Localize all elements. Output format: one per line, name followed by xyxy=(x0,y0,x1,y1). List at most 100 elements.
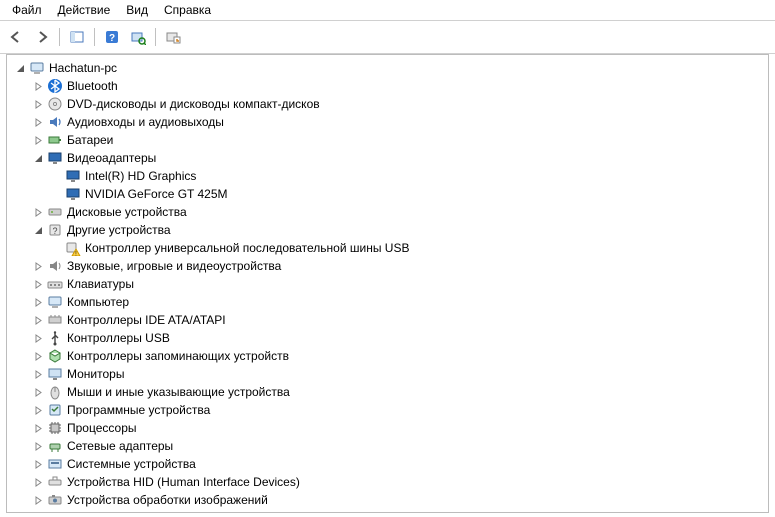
tree-node-label: Клавиатуры xyxy=(67,275,134,293)
toolbar-separator xyxy=(155,28,156,46)
expander-icon[interactable] xyxy=(31,277,45,291)
svg-text:?: ? xyxy=(109,33,115,44)
expander-icon[interactable] xyxy=(31,331,45,345)
expander-icon[interactable] xyxy=(31,205,45,219)
tree-node-hid[interactable]: Устройства HID (Human Interface Devices) xyxy=(7,473,768,491)
imaging-icon xyxy=(47,492,63,508)
cpu-icon xyxy=(47,420,63,436)
tree-node-disk[interactable]: Дисковые устройства xyxy=(7,203,768,221)
tree-node-nvidia[interactable]: NVIDIA GeForce GT 425M xyxy=(7,185,768,203)
expander-icon[interactable] xyxy=(31,367,45,381)
tree-node-imaging[interactable]: Устройства обработки изображений xyxy=(7,491,768,509)
tree-node-intel[interactable]: Intel(R) HD Graphics xyxy=(7,167,768,185)
tree-node-label: Контроллеры IDE ATA/ATAPI xyxy=(67,311,226,329)
tree-node-display[interactable]: Видеоадаптеры xyxy=(7,149,768,167)
tree-node-storage[interactable]: Контроллеры запоминающих устройств xyxy=(7,347,768,365)
arrow-right-icon xyxy=(34,29,50,45)
tree-node-cpu[interactable]: Процессоры xyxy=(7,419,768,437)
toolbar-separator xyxy=(59,28,60,46)
expander-icon[interactable] xyxy=(31,493,45,507)
tree-node-software[interactable]: Программные устройства xyxy=(7,401,768,419)
tree-node-dvd[interactable]: DVD-дисководы и дисководы компакт-дисков xyxy=(7,95,768,113)
tree-node-label: Процессоры xyxy=(67,419,137,437)
audio-icon xyxy=(47,114,63,130)
tree-node-audio[interactable]: Аудиовходы и аудиовыходы xyxy=(7,113,768,131)
tree-node-label: Мониторы xyxy=(67,365,124,383)
help-button[interactable]: ? xyxy=(100,25,124,49)
scan-hardware-button[interactable] xyxy=(126,25,150,49)
expander-icon[interactable] xyxy=(31,295,45,309)
mouse-icon xyxy=(47,384,63,400)
tree-node-other[interactable]: ?Другие устройства xyxy=(7,221,768,239)
menu-file[interactable]: Файл xyxy=(4,1,50,19)
tree-node-usb[interactable]: Контроллеры USB xyxy=(7,329,768,347)
tree-node-label: Дисковые устройства xyxy=(67,203,187,221)
scan-icon xyxy=(130,29,146,45)
tree-node-label: Батареи xyxy=(67,131,113,149)
tree-node-label: Аудиовходы и аудиовыходы xyxy=(67,113,224,131)
tree-node-network[interactable]: Сетевые адаптеры xyxy=(7,437,768,455)
expander-icon[interactable] xyxy=(31,115,45,129)
device-tree[interactable]: Hachatun-pcBluetoothDVD-дисководы и диск… xyxy=(6,54,769,513)
expander-icon[interactable] xyxy=(31,385,45,399)
expander-icon[interactable] xyxy=(31,313,45,327)
forward-button[interactable] xyxy=(30,25,54,49)
tree-node-monitor[interactable]: Мониторы xyxy=(7,365,768,383)
back-button[interactable] xyxy=(4,25,28,49)
expander-icon[interactable] xyxy=(31,421,45,435)
properties-button[interactable] xyxy=(161,25,185,49)
tree-node-label: Видеоадаптеры xyxy=(67,149,156,167)
bluetooth-icon xyxy=(47,78,63,94)
tree-node-keyboard[interactable]: Клавиатуры xyxy=(7,275,768,293)
tree-node-usbctrl[interactable]: !Контроллер универсальной последовательн… xyxy=(7,239,768,257)
expander-icon[interactable] xyxy=(31,457,45,471)
disk-icon xyxy=(47,204,63,220)
tree-node-label: Bluetooth xyxy=(67,77,118,95)
expander-icon[interactable] xyxy=(31,151,45,165)
tree-node-mouse[interactable]: Мыши и иные указывающие устройства xyxy=(7,383,768,401)
arrow-left-icon xyxy=(8,29,24,45)
help-icon: ? xyxy=(104,29,120,45)
expander-icon[interactable] xyxy=(13,61,27,75)
storage-icon xyxy=(47,348,63,364)
tree-node-label: Звуковые, игровые и видеоустройства xyxy=(67,257,281,275)
tree-node-label: NVIDIA GeForce GT 425M xyxy=(85,185,228,203)
panel-icon xyxy=(69,29,85,45)
expander-icon[interactable] xyxy=(31,133,45,147)
software-icon xyxy=(47,402,63,418)
expander-icon[interactable] xyxy=(31,97,45,111)
expander-icon[interactable] xyxy=(31,259,45,273)
expander-icon[interactable] xyxy=(31,439,45,453)
tree-node-label: Устройства обработки изображений xyxy=(67,491,268,509)
usb-icon xyxy=(47,330,63,346)
tree-node-battery[interactable]: Батареи xyxy=(7,131,768,149)
tree-node-ide[interactable]: Контроллеры IDE ATA/ATAPI xyxy=(7,311,768,329)
tree-node-computer[interactable]: Компьютер xyxy=(7,293,768,311)
menu-action[interactable]: Действие xyxy=(50,1,119,19)
expander-icon[interactable] xyxy=(31,403,45,417)
tree-node-label: Другие устройства xyxy=(67,221,171,239)
display-icon xyxy=(47,150,63,166)
keyboard-icon xyxy=(47,276,63,292)
expander-icon[interactable] xyxy=(31,79,45,93)
tree-node-label: Программные устройства xyxy=(67,401,210,419)
menu-view[interactable]: Вид xyxy=(118,1,156,19)
expander-icon[interactable] xyxy=(31,223,45,237)
tree-node-label: Устройства HID (Human Interface Devices) xyxy=(67,473,300,491)
expander-icon[interactable] xyxy=(31,349,45,363)
menu-help[interactable]: Справка xyxy=(156,1,219,19)
show-hide-tree-button[interactable] xyxy=(65,25,89,49)
tree-node-root[interactable]: Hachatun-pc xyxy=(7,59,768,77)
tree-node-label: Hachatun-pc xyxy=(49,59,117,77)
tree-node-sound[interactable]: Звуковые, игровые и видеоустройства xyxy=(7,257,768,275)
expander-icon[interactable] xyxy=(31,475,45,489)
expander-icon xyxy=(49,187,63,201)
tree-node-label: Сетевые адаптеры xyxy=(67,437,173,455)
battery-icon xyxy=(47,132,63,148)
network-icon xyxy=(47,438,63,454)
tree-node-system[interactable]: Системные устройства xyxy=(7,455,768,473)
display-icon xyxy=(65,186,81,202)
tree-node-bluetooth[interactable]: Bluetooth xyxy=(7,77,768,95)
hid-icon xyxy=(47,474,63,490)
ide-icon xyxy=(47,312,63,328)
